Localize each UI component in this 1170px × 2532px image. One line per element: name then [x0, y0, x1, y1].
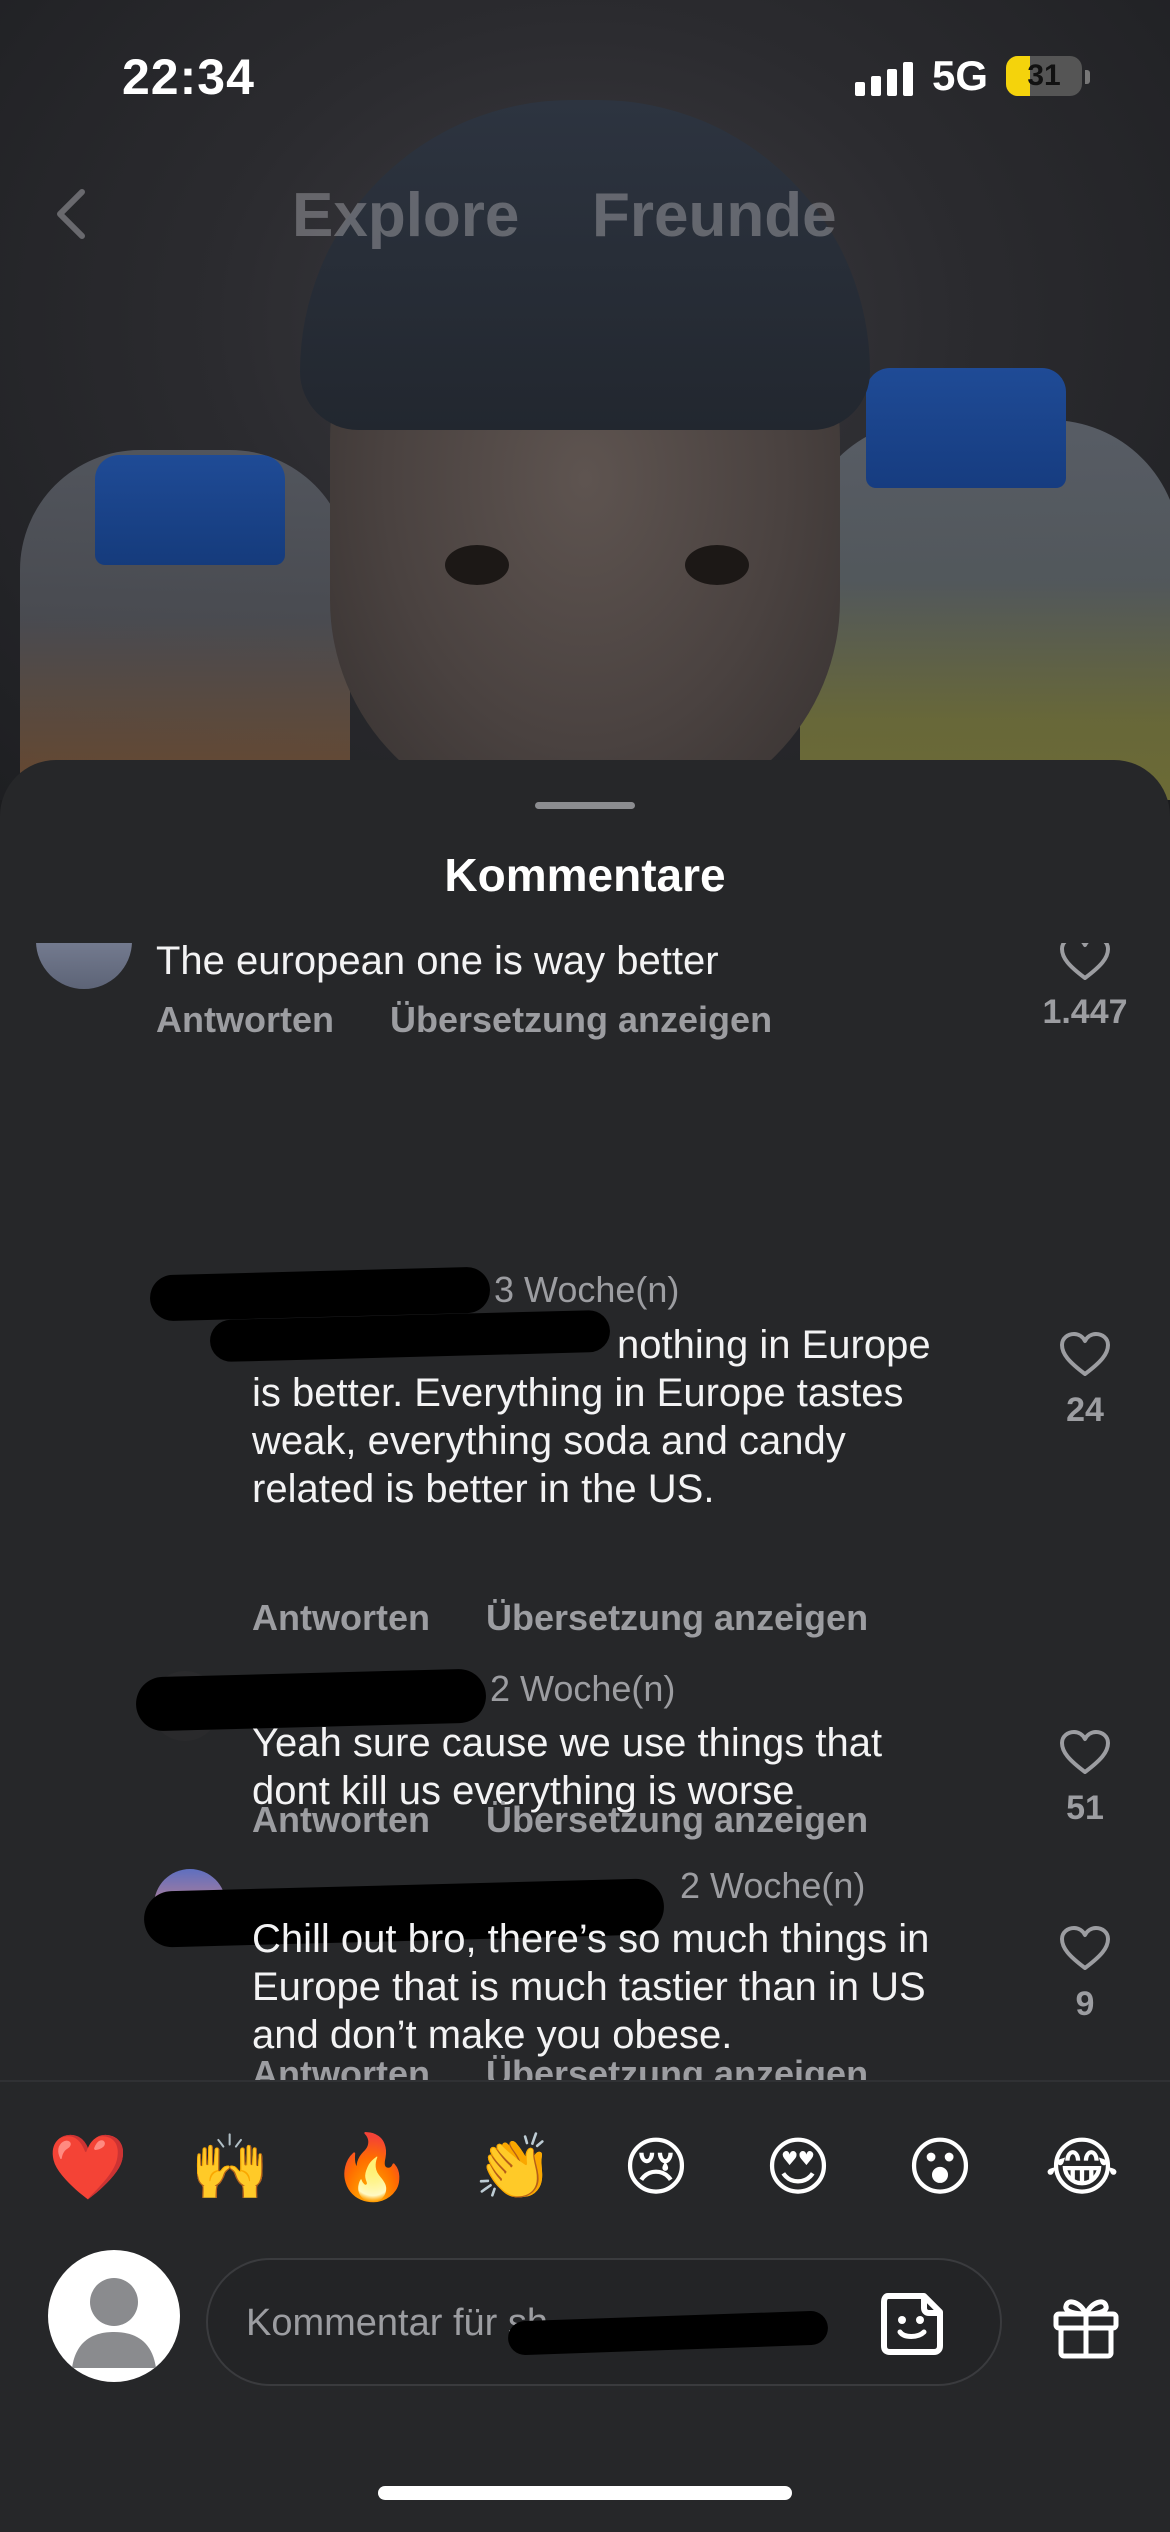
comment-input-placeholder: Kommentar für sh [246, 2302, 548, 2344]
cellular-signal-icon [855, 62, 913, 96]
comment-text-line: weak, everything soda and candy [252, 1419, 846, 1463]
translate-button[interactable]: Übersetzung anzeigen [486, 1799, 868, 1841]
status-time: 22:34 [122, 49, 255, 105]
top-navigation: Explore Freunde [0, 170, 1170, 260]
heart-outline-icon [1060, 1730, 1110, 1774]
eye-right [685, 545, 749, 585]
sheet-drag-handle[interactable] [535, 802, 635, 809]
comment-text-line: is better. Everything in Europe tastes [252, 1371, 904, 1415]
comment-text-line: and don’t make you obese. [252, 2013, 733, 2057]
my-avatar[interactable] [48, 2250, 180, 2382]
emoji-surprised[interactable]: 😮 [900, 2128, 980, 2208]
reply-button[interactable]: Antworten [252, 2053, 430, 2080]
chevron-left-icon [57, 189, 85, 239]
like-button[interactable] [1055, 1925, 1115, 1971]
comment-text: Chill out bro, there’s so much things in… [252, 1915, 1032, 2059]
battery-icon: 31 [1006, 56, 1082, 96]
emoji-fire[interactable]: 🔥 [332, 2128, 412, 2208]
emoji-quick-bar: ❤️ 🙌 🔥 👏 😢 😍 😮 😂 [0, 2090, 1170, 2230]
like-button[interactable] [1055, 1729, 1115, 1775]
like-count: 24 [1066, 1391, 1104, 1429]
sticker-icon [881, 2293, 943, 2355]
reply-button[interactable]: Antworten [252, 1597, 430, 1639]
like-count: 9 [1075, 1985, 1095, 2023]
gift-button[interactable] [1050, 2290, 1122, 2362]
comment-input[interactable]: Kommentar für sh [206, 2258, 1002, 2386]
comment-text-line: Yeah sure cause we use things that [252, 1721, 883, 1765]
comment-age: 2 Woche(n) [680, 1865, 866, 1906]
sticker-button[interactable] [874, 2286, 950, 2362]
emoji-heart[interactable]: ❤️ [48, 2128, 128, 2208]
comment-text-line: nothing in Europe [617, 1323, 931, 1367]
redacted-username [507, 2310, 829, 2356]
eye-left [445, 545, 509, 585]
emoji-heart-eyes[interactable]: 😍 [758, 2128, 838, 2208]
comment-text-line: related is better in the US. [252, 1467, 715, 1511]
back-button[interactable] [42, 178, 102, 248]
comment-text-line: Chill out bro, there’s so much things in [252, 1917, 930, 1961]
translate-button[interactable]: Übersetzung anzeigen [486, 2053, 868, 2080]
commenter-avatar[interactable] [36, 943, 132, 989]
status-bar: 22:34 5G 31 [0, 0, 1170, 150]
gift-icon [1053, 2299, 1119, 2359]
heart-outline-icon [1060, 1332, 1110, 1376]
like-count: 51 [1066, 1789, 1104, 1827]
emoji-crying[interactable]: 😢 [616, 2128, 696, 2208]
reply-button[interactable]: Antworten [156, 999, 334, 1041]
reply-button[interactable]: Antworten [252, 1799, 430, 1841]
emoji-clap[interactable]: 👏 [474, 2128, 554, 2208]
comments-list-overflow: 2 Woche(n) Chill out bro, there’s so muc… [0, 1863, 1170, 2080]
battery-percent: 31 [1027, 59, 1061, 92]
translate-button[interactable]: Übersetzung anzeigen [390, 999, 772, 1041]
heart-outline-icon [1060, 943, 1110, 980]
divider [0, 2080, 1170, 2082]
comment-text: The european one is way better [156, 943, 719, 983]
emoji-raised-hands[interactable]: 🙌 [190, 2128, 270, 2208]
tab-explore[interactable]: Explore [292, 180, 519, 251]
tab-friends[interactable]: Freunde [592, 180, 837, 251]
like-count: 1.447 [1042, 993, 1128, 1031]
battery-tip [1085, 70, 1090, 84]
translate-button[interactable]: Übersetzung anzeigen [486, 1597, 868, 1639]
comments-sheet: Kommentare The european one is way bette… [0, 760, 1170, 2532]
bottle-cap-left [95, 455, 285, 565]
comment-input-row: Kommentar für sh [0, 2220, 1170, 2400]
comment-age: 2 Woche(n) [490, 1668, 676, 1709]
sheet-title: Kommentare [444, 849, 726, 901]
emoji-laughing[interactable]: 😂 [1042, 2128, 1122, 2208]
network-type: 5G [932, 52, 989, 99]
heart-outline-icon [1060, 1926, 1110, 1970]
bottle-cap-right [866, 368, 1066, 488]
comment-age: 3 Woche(n) [494, 1269, 680, 1310]
comments-list[interactable]: The european one is way better Antworten… [0, 943, 1170, 1863]
like-button[interactable] [1055, 1331, 1115, 1377]
home-indicator[interactable] [378, 2486, 792, 2500]
like-button[interactable] [1055, 943, 1115, 981]
default-avatar-icon [72, 2278, 156, 2368]
comment-text-line: Europe that is much tastier than in US [252, 1965, 926, 2009]
comment-text: nothing in Europe is better. Everything … [252, 1321, 1012, 1513]
